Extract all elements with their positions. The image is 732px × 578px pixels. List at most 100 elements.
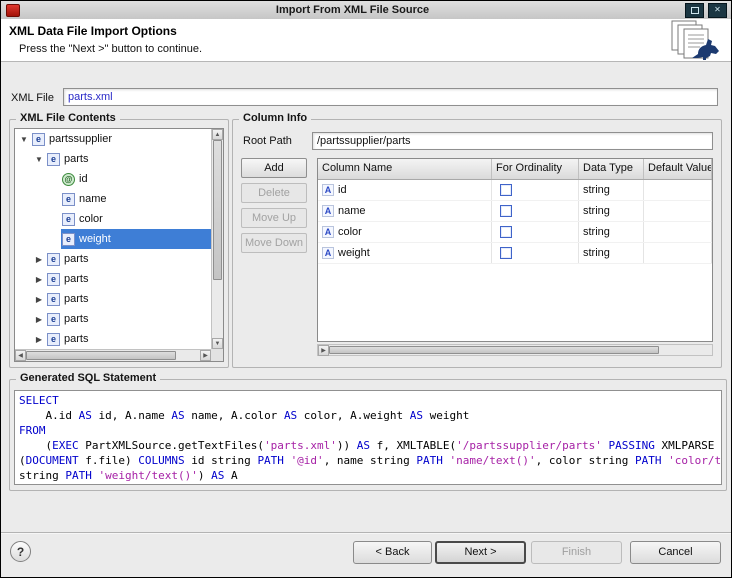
tree-indent	[15, 269, 32, 289]
table-horizontal-scrollbar[interactable]: ◀ ▶	[317, 344, 713, 356]
tree-expander-collapsed-icon[interactable]: ▶	[32, 255, 46, 264]
scroll-up-icon[interactable]: ▲	[212, 129, 223, 140]
help-button[interactable]: ?	[10, 541, 31, 562]
sql-line: (DOCUMENT f.file) COLUMNS id string PATH…	[19, 453, 717, 468]
attribute-icon: @	[62, 173, 75, 186]
back-button[interactable]: < Back	[353, 541, 432, 564]
sql-statement-text[interactable]: SELECT A.id AS id, A.name AS name, A.col…	[14, 390, 722, 485]
tree-item-parts-9[interactable]: ▶eparts	[15, 309, 211, 329]
columns-table[interactable]: Column NameFor OrdinalityData TypeDefaul…	[317, 158, 713, 342]
column-name-text: weight	[338, 247, 370, 259]
tree-item-highlight: eparts	[46, 309, 211, 329]
vertical-scroll-thumb[interactable]	[213, 140, 222, 280]
for-ordinality-checkbox[interactable]	[500, 205, 512, 217]
tree-item-parts-7[interactable]: ▶eparts	[15, 269, 211, 289]
element-icon: e	[62, 193, 75, 206]
element-icon: e	[47, 253, 60, 266]
data-type-cell: string	[579, 222, 644, 242]
for-ordinality-checkbox[interactable]	[500, 226, 512, 238]
tree-expander-collapsed-icon[interactable]: ▶	[32, 275, 46, 284]
move-up-button[interactable]: Move Up	[241, 208, 307, 228]
column-row-color[interactable]: Acolorstring	[318, 222, 712, 243]
element-icon: e	[62, 213, 75, 226]
element-icon: e	[47, 313, 60, 326]
page-message: Press the "Next >" button to continue.	[19, 43, 202, 55]
tree-item-parts-8[interactable]: ▶eparts	[15, 289, 211, 309]
import-xml-dialog: Import From XML File Source ✕ XML Data F…	[0, 0, 732, 578]
tree-item-partssupplier-0[interactable]: ▼e partssupplier	[15, 129, 211, 149]
column-info-title: Column Info	[239, 112, 311, 124]
tree-item-parts-6[interactable]: ▶eparts	[15, 249, 211, 269]
column-header-for-ordinality[interactable]: For Ordinality	[492, 159, 579, 179]
column-header-column-name[interactable]: Column Name	[318, 159, 492, 179]
tree-item-highlight: eparts	[46, 289, 211, 309]
maximize-button[interactable]	[685, 3, 704, 18]
tree-expander-collapsed-icon[interactable]: ▶	[32, 295, 46, 304]
add-button[interactable]: Add	[241, 158, 307, 178]
tree-item-parts-10[interactable]: ▶eparts	[15, 329, 211, 349]
column-header-default-value[interactable]: Default Value	[644, 159, 712, 179]
tree-item-highlight: ename	[61, 189, 211, 209]
root-path-label: Root Path	[243, 135, 292, 147]
tree-horizontal-scrollbar[interactable]: ◀ ▶	[15, 349, 211, 361]
tree-item-weight-5[interactable]: eweight	[15, 229, 211, 249]
close-icon: ✕	[714, 6, 721, 14]
for-ordinality-checkbox[interactable]	[500, 247, 512, 259]
table-scroll-thumb[interactable]	[329, 346, 659, 354]
scroll-down-icon[interactable]: ▼	[212, 338, 223, 349]
xml-file-field[interactable]: parts.xml	[63, 88, 718, 106]
element-icon: e	[47, 293, 60, 306]
element-icon: e	[32, 133, 45, 146]
tree-item-highlight: eparts	[46, 329, 211, 349]
column-name-text: color	[338, 226, 362, 238]
default-value-cell	[644, 243, 712, 263]
tree-expander-collapsed-icon[interactable]: ▶	[32, 315, 46, 324]
tree-expander-collapsed-icon[interactable]: ▶	[32, 335, 46, 344]
root-path-field[interactable]: /partssupplier/parts	[312, 132, 713, 150]
tree-indent	[15, 169, 47, 189]
tree-item-name-3[interactable]: ename	[15, 189, 211, 209]
move-down-button[interactable]: Move Down	[241, 233, 307, 253]
delete-button[interactable]: Delete	[241, 183, 307, 203]
data-type-cell: string	[579, 180, 644, 200]
next-button[interactable]: Next >	[435, 541, 526, 564]
tree-expander-expanded-icon[interactable]: ▼	[32, 155, 46, 164]
tree-item-parts-1[interactable]: ▼eparts	[15, 149, 211, 169]
tree-item-label: partssupplier	[49, 133, 112, 145]
string-type-icon: A	[322, 205, 334, 217]
window-icon	[6, 4, 20, 17]
string-type-icon: A	[322, 247, 334, 259]
tree-item-color-4[interactable]: ecolor	[15, 209, 211, 229]
footer-separator-highlight	[1, 533, 731, 534]
tree-item-label: name	[79, 193, 107, 205]
tree-indent	[15, 209, 47, 229]
tree-expander-expanded-icon[interactable]: ▼	[17, 135, 31, 144]
column-header-data-type[interactable]: Data Type	[579, 159, 644, 179]
scroll-right-icon[interactable]: ▶	[200, 350, 211, 361]
close-button[interactable]: ✕	[708, 3, 727, 18]
finish-button[interactable]: Finish	[531, 541, 622, 564]
horizontal-scroll-thumb[interactable]	[26, 351, 176, 360]
scrollbar-corner	[211, 349, 223, 361]
column-row-name[interactable]: Anamestring	[318, 201, 712, 222]
xml-file-contents-group: XML File Contents ▼epartssupplier▼eparts…	[9, 119, 229, 368]
column-row-id[interactable]: Aidstring	[318, 180, 712, 201]
scroll-right-icon[interactable]: ▶	[318, 345, 329, 356]
default-value-cell	[644, 180, 712, 200]
page-title: XML Data File Import Options	[9, 24, 177, 38]
xml-contents-tree[interactable]: ▼epartssupplier▼eparts@idenameecolorewei…	[14, 128, 224, 362]
column-row-weight[interactable]: Aweight string	[318, 243, 712, 264]
wizard-header: XML Data File Import Options Press the "…	[1, 19, 731, 62]
wizard-banner-icon	[667, 20, 721, 60]
tree-vertical-scrollbar[interactable]: ▲ ▼	[211, 129, 223, 349]
sql-line: A.id AS id, A.name AS name, A.color AS c…	[19, 408, 717, 423]
scroll-left-icon[interactable]: ◀	[15, 350, 26, 361]
tree-item-id-2[interactable]: @id	[15, 169, 211, 189]
cancel-button[interactable]: Cancel	[630, 541, 721, 564]
for-ordinality-checkbox[interactable]	[500, 184, 512, 196]
tree-item-highlight: eweight	[61, 229, 211, 249]
xml-file-label: XML File	[11, 92, 54, 104]
data-type-cell: string	[579, 243, 644, 263]
tree-indent	[15, 229, 47, 249]
titlebar[interactable]: Import From XML File Source ✕	[1, 1, 731, 20]
